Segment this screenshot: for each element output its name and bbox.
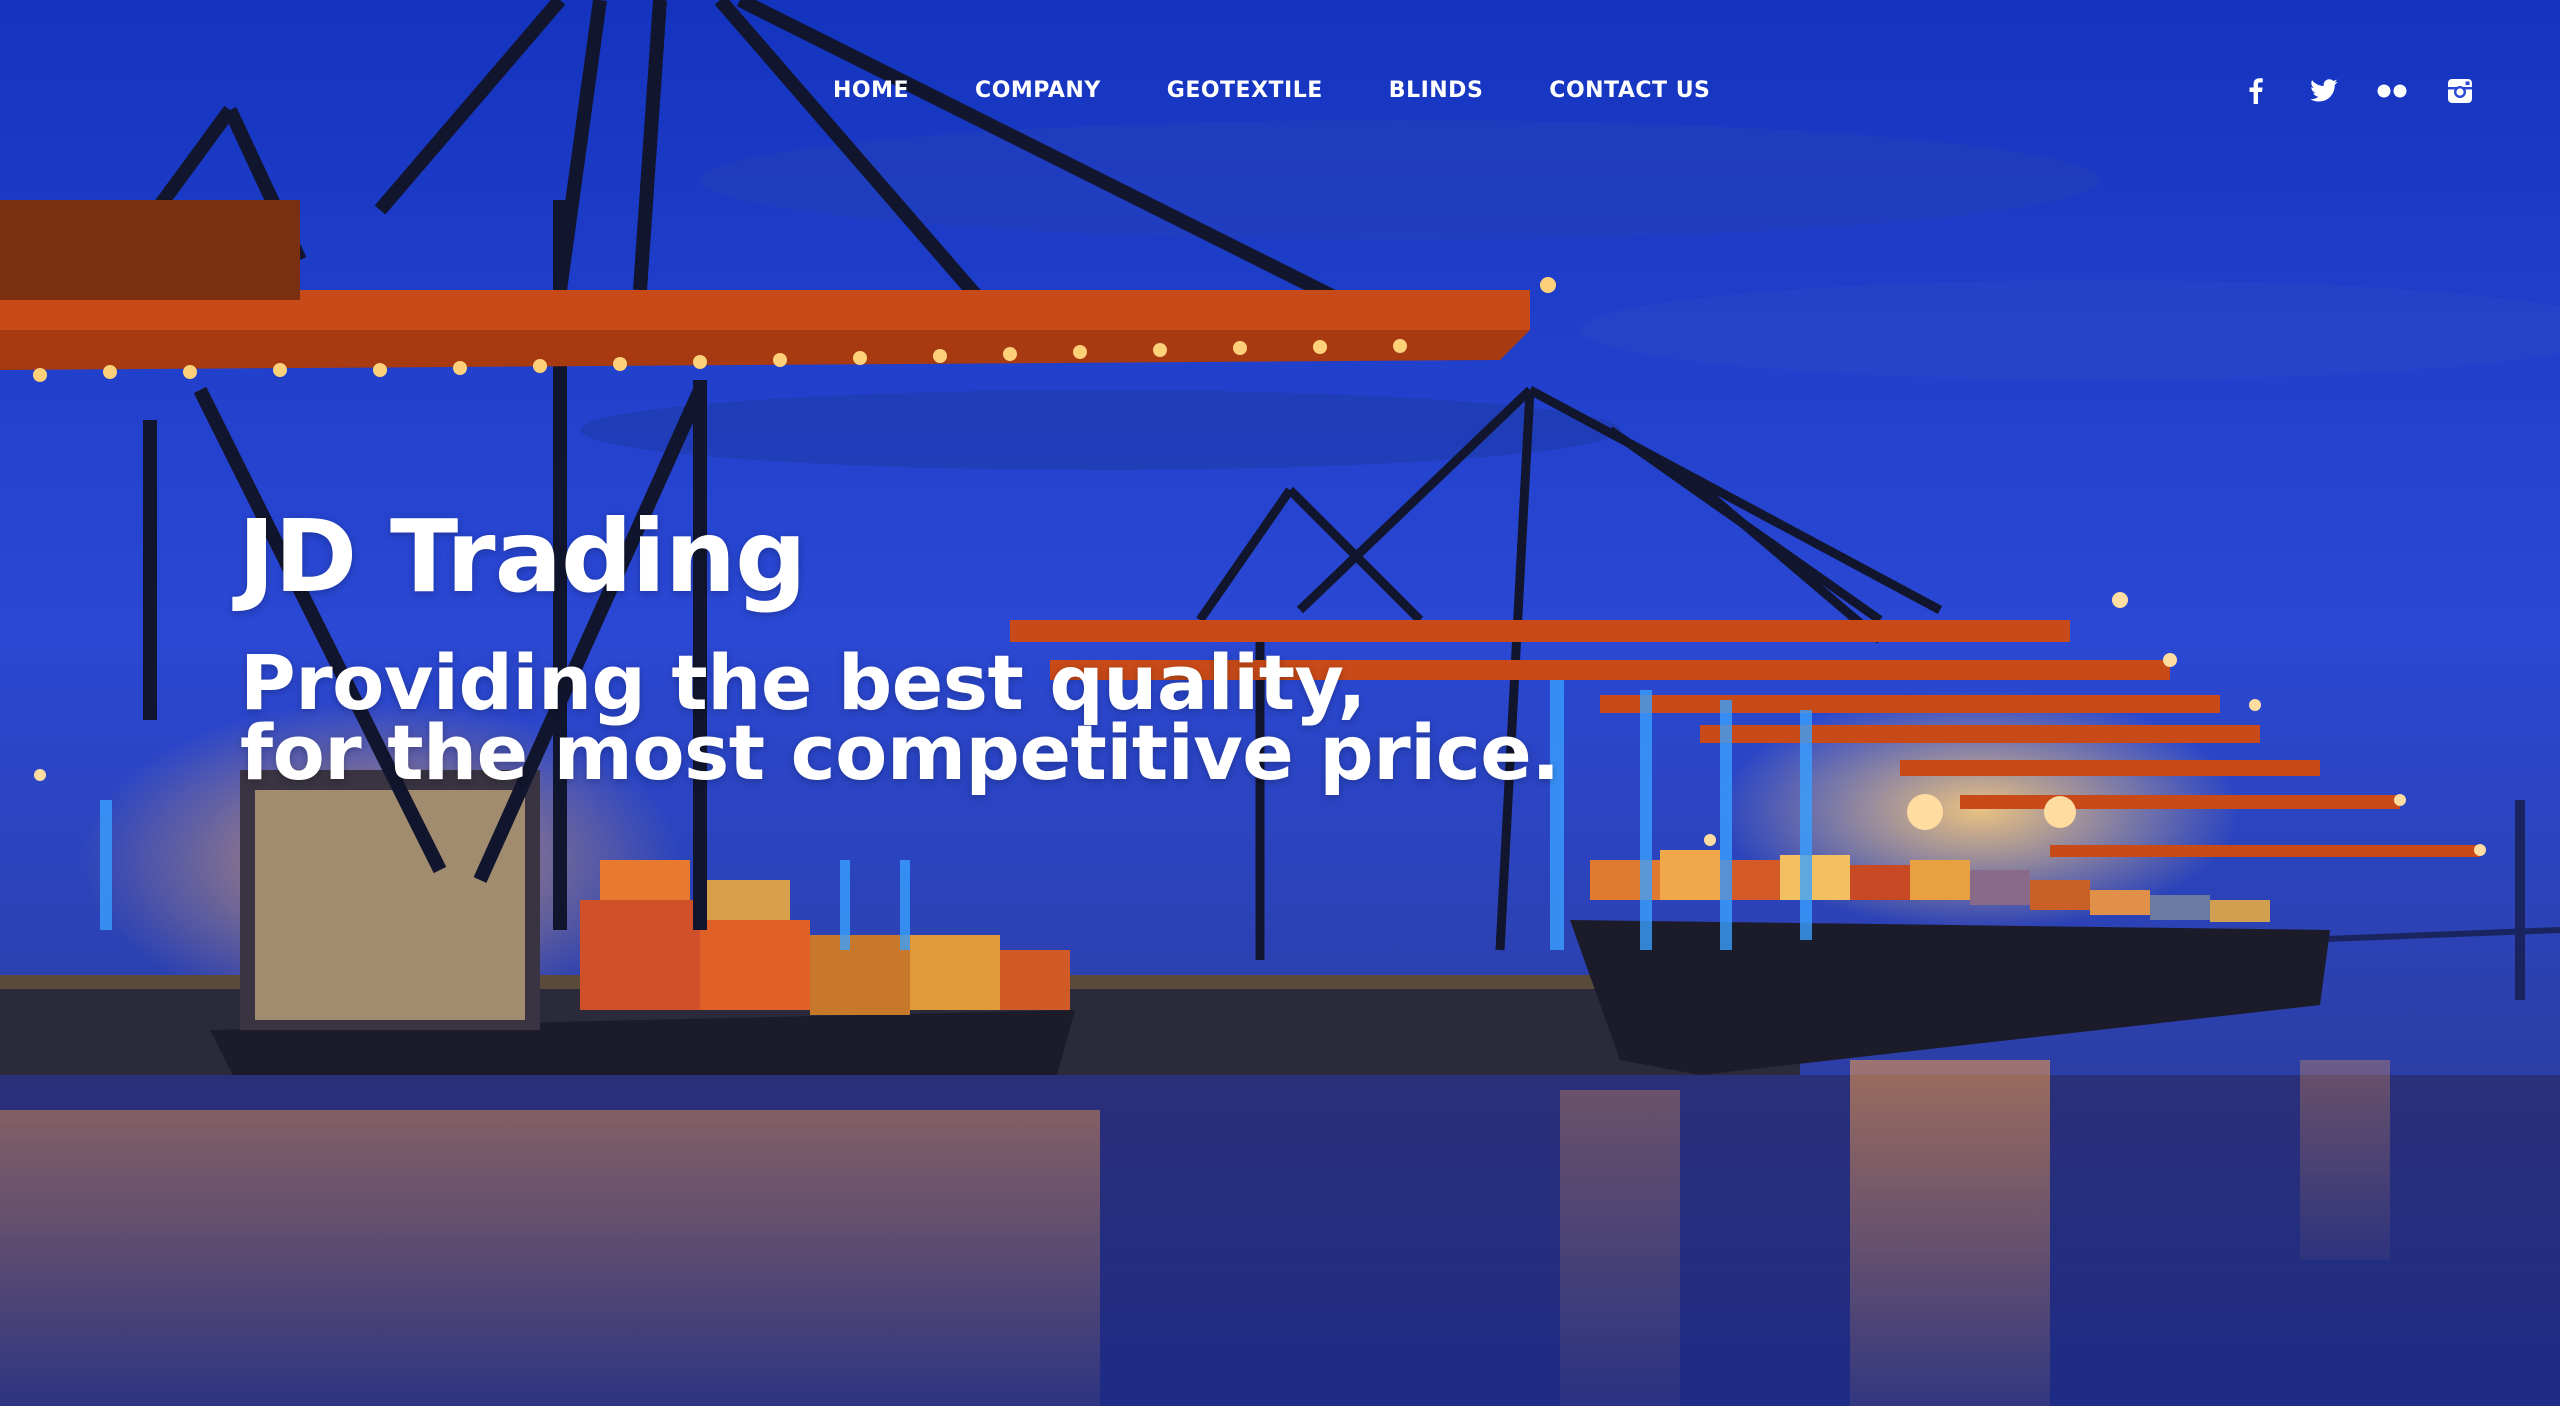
twitter-icon[interactable] <box>2308 75 2340 107</box>
nav-item-geotextile[interactable]: GEOTEXTILE <box>1167 74 1323 108</box>
nav-item-contact-us[interactable]: CONTACT US <box>1549 74 1710 108</box>
hero-title: JD Trading <box>238 498 807 615</box>
nav-item-company[interactable]: COMPANY <box>975 74 1101 108</box>
top-navigation: HOME COMPANY GEOTEXTILE BLINDS CONTACT U… <box>0 74 2560 108</box>
facebook-icon[interactable] <box>2240 75 2272 107</box>
hero-section: HOME COMPANY GEOTEXTILE BLINDS CONTACT U… <box>0 0 2560 1406</box>
hero-tagline-line-2: for the most competitive price. <box>240 708 1560 797</box>
nav-item-home[interactable]: HOME <box>833 74 909 108</box>
instagram-icon[interactable] <box>2444 75 2476 107</box>
hero-tagline: Providing the best quality, for the most… <box>240 645 1560 797</box>
flickr-icon[interactable] <box>2376 75 2408 107</box>
nav-item-blinds[interactable]: BLINDS <box>1389 74 1484 108</box>
main-menu: HOME COMPANY GEOTEXTILE BLINDS CONTACT U… <box>833 74 1776 108</box>
social-links <box>2240 74 2476 108</box>
